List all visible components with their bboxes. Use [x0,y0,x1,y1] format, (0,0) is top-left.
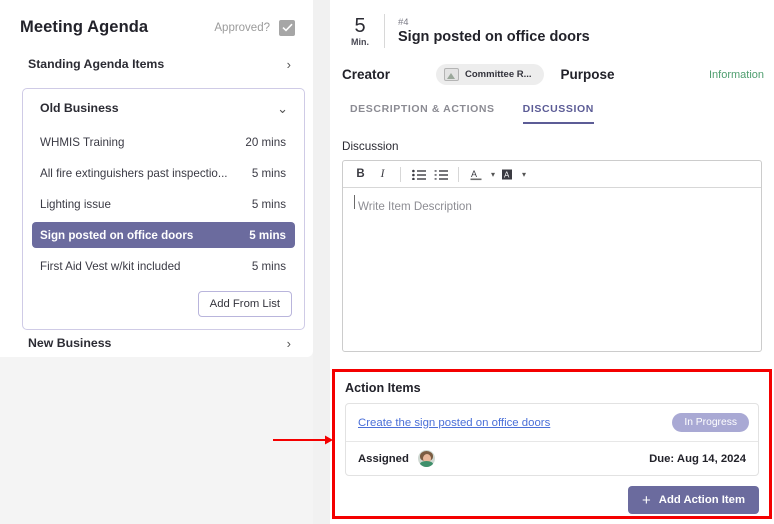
assigned-group: Assigned [358,450,435,467]
sidebar-item-standing-agenda[interactable]: Standing Agenda Items › [0,47,313,81]
due-date: Due: Aug 14, 2024 [649,452,746,465]
add-action-row: + Add Action Item [335,476,769,514]
creator-chip[interactable]: Committee R... [436,64,544,85]
toolbar-divider [458,166,459,182]
bulleted-list-icon[interactable] [409,165,428,184]
text-color-glyph: A [470,169,482,180]
purpose-value[interactable]: Information [709,69,764,81]
tab-discussion[interactable]: DISCUSSION [522,103,594,124]
agenda-item-duration: 20 mins [245,135,286,149]
purpose-label: Purpose [560,67,615,82]
avatar[interactable] [417,450,435,467]
action-items-section: Action Items Create the sign posted on o… [332,369,772,519]
discussion-label: Discussion [342,140,399,153]
header-divider [384,14,385,48]
agenda-item-duration: 5 mins [251,197,286,211]
italic-icon[interactable]: I [373,165,392,184]
detail-title-group: #4 Sign posted on office doors [398,17,590,45]
standing-agenda-label: Standing Agenda Items [28,57,165,71]
new-business-label: New Business [28,336,112,350]
agenda-item-name: First Aid Vest w/kit included [40,259,181,273]
duration-unit: Min. [351,36,369,47]
agenda-item-row[interactable]: All fire extinguishers past inspectio...… [32,160,295,186]
chevron-down-icon: ⌄ [277,100,288,116]
chevron-down-icon[interactable]: ▾ [522,170,526,179]
agenda-item-row[interactable]: Lighting issue 5 mins [32,191,295,217]
svg-text:A: A [504,170,510,179]
editor-placeholder: Write Item Description [358,200,472,213]
agenda-item-name: Lighting issue [40,197,111,211]
status-badge[interactable]: In Progress [672,413,749,432]
add-action-item-button[interactable]: + Add Action Item [628,486,759,514]
add-from-list-button[interactable]: Add From List [197,291,292,317]
tab-description-actions[interactable]: DESCRIPTION & ACTIONS [350,103,495,124]
action-item-card: Create the sign posted on office doors I… [345,403,759,476]
agenda-item-row[interactable]: WHMIS Training 20 mins [32,129,295,155]
old-business-group: Old Business ⌄ WHMIS Training 20 mins Al… [22,88,305,330]
approved-label: Approved? [214,21,270,34]
detail-header: 5 Min. #4 Sign posted on office doors [330,0,774,48]
editor-text-area[interactable]: Write Item Description [343,188,761,351]
agenda-card: Meeting Agenda Approved? Standing Agenda… [0,0,313,357]
agenda-item-name: All fire extinguishers past inspectio... [40,166,228,180]
item-title: Sign posted on office doors [398,29,590,45]
discussion-editor: B I A ▾ A ▾ Write Item Description [342,160,762,352]
chevron-right-icon: › [286,335,291,351]
assigned-label: Assigned [358,452,409,465]
sidebar-item-new-business[interactable]: New Business › [0,326,313,360]
add-from-list-row: Add From List [23,279,304,317]
item-number: #4 [398,17,409,28]
old-business-label: Old Business [40,101,119,115]
highlight-color-icon[interactable]: A [498,165,517,184]
duration-value: 5 [354,14,366,37]
agenda-item-row[interactable]: First Aid Vest w/kit included 5 mins [32,253,295,279]
agenda-header: Meeting Agenda Approved? [0,0,313,37]
old-business-header[interactable]: Old Business ⌄ [23,89,304,127]
agenda-item-row-selected[interactable]: Sign posted on office doors 5 mins [32,222,295,248]
add-action-item-label: Add Action Item [658,494,745,506]
action-item-footer: Assigned Due: Aug 14, 2024 [346,442,758,475]
numbered-list-glyph [434,169,448,180]
agenda-item-duration: 5 mins [251,259,286,273]
detail-meta-row: Creator Committee R... Purpose Informati… [330,64,774,85]
detail-tabs: DESCRIPTION & ACTIONS DISCUSSION [330,103,774,124]
agenda-item-name: WHMIS Training [40,135,125,149]
toolbar-divider [400,166,401,182]
editor-toolbar: B I A ▾ A ▾ [343,161,761,188]
approved-checkbox[interactable] [279,19,295,36]
agenda-item-name: Sign posted on office doors [40,228,194,242]
check-icon [281,23,293,32]
agenda-panel: Meeting Agenda Approved? Standing Agenda… [0,0,313,524]
action-item-header: Create the sign posted on office doors I… [346,404,758,442]
bold-icon[interactable]: B [351,165,370,184]
creator-label: Creator [342,67,391,82]
plus-icon: + [642,491,651,509]
page-title: Meeting Agenda [20,18,149,36]
text-color-icon[interactable]: A [467,165,486,184]
highlight-color-glyph: A [502,169,513,179]
action-items-title: Action Items [345,381,421,395]
app-screen: Meeting Agenda Approved? Standing Agenda… [0,0,774,524]
chevron-right-icon: › [286,56,291,72]
avatar-body [419,461,433,467]
agenda-item-duration: 5 mins [249,228,286,242]
annotation-arrow-icon [273,435,333,445]
bulleted-list-glyph [411,169,426,180]
approved-group: Approved? [214,19,295,36]
svg-text:A: A [471,169,477,179]
numbered-list-icon[interactable] [431,165,450,184]
text-cursor [354,195,355,209]
action-item-link[interactable]: Create the sign posted on office doors [358,417,550,429]
chevron-down-icon[interactable]: ▾ [491,170,495,179]
broken-image-icon [444,68,460,81]
duration-badge: 5 Min. [342,16,378,47]
creator-name: Committee R... [465,69,532,80]
agenda-item-duration: 5 mins [251,166,286,180]
